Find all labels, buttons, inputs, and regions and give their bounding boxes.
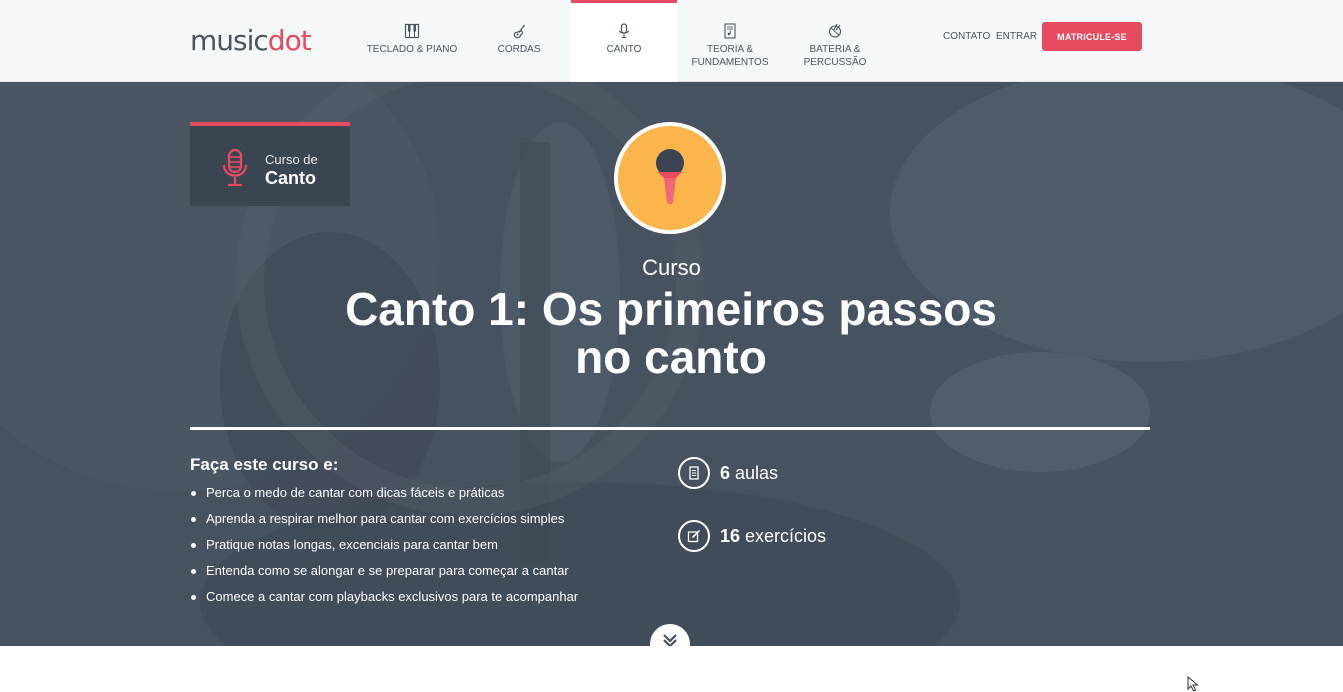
nav-item-label-line2: FUNDAMENTOS	[691, 57, 769, 68]
list-item: Pratique notas longas, excenciais para c…	[190, 536, 578, 562]
drum-icon	[828, 23, 842, 38]
double-chevron-down-icon	[663, 634, 677, 646]
course-title-line1: Canto 1: Os primeiros passos	[345, 283, 997, 335]
course-hero: Curso de Canto Curso Canto 1: Os primeir…	[0, 82, 1343, 646]
nav-item-label: CANTO	[606, 44, 642, 55]
list-item: Aprenda a respirar melhor para cantar co…	[190, 510, 578, 536]
nav-item-label-line1: BATERIA &	[809, 44, 861, 55]
piano-icon	[404, 23, 420, 39]
course-title-line2: no canto	[575, 331, 767, 383]
benefits-heading: Faça este curso e:	[190, 455, 339, 474]
badge-category: Canto	[265, 168, 316, 188]
benefits-list: Perca o medo de cantar com dicas fáceis …	[190, 484, 578, 614]
list-item: Perca o medo de cantar com dicas fáceis …	[190, 484, 578, 510]
musicdot-logo[interactable]: music dot	[190, 22, 312, 57]
top-navigation: music dot TECLADO & PIANO CORDAS CANTO T…	[0, 0, 1343, 82]
sheet-music-icon	[724, 23, 736, 39]
logo-text-dot: dot	[267, 24, 312, 57]
list-item: Comece a cantar com playbacks exclusivos…	[190, 588, 578, 614]
nav-item-teoria-fundamentos[interactable]: TEORIA & FUNDAMENTOS	[685, 0, 775, 82]
nav-item-label: TECLADO & PIANO	[366, 44, 458, 55]
course-icon-circle	[614, 122, 726, 234]
badge-prefix: Curso de	[265, 152, 318, 167]
login-link[interactable]: ENTRAR	[996, 31, 1037, 42]
nav-item-teclado-piano[interactable]: TECLADO & PIANO	[362, 0, 462, 82]
exercises-label: exercícios	[745, 525, 827, 546]
list-item: Entenda como se alongar e se preparar pa…	[190, 562, 578, 588]
lessons-label: aulas	[735, 462, 779, 483]
section-divider	[190, 427, 1150, 430]
nav-item-canto[interactable]: CANTO	[571, 0, 677, 82]
enroll-button[interactable]: MATRICULE-SE	[1042, 22, 1142, 51]
guitar-icon	[513, 24, 526, 39]
nav-item-label: CORDAS	[497, 44, 541, 55]
edit-icon	[678, 520, 710, 552]
nav-item-label-line1: TEORIA &	[706, 44, 754, 55]
course-kicker: Curso	[642, 255, 701, 280]
lessons-stat: 6 aulas	[678, 457, 778, 489]
nav-item-label-line2: PERCUSSÃO	[803, 57, 867, 68]
exercises-stat: 16 exercícios	[678, 520, 826, 552]
handheld-microphone-icon	[656, 149, 684, 205]
course-category-badge: Curso de Canto	[190, 122, 350, 206]
lesson-icon	[678, 457, 710, 489]
nav-item-cordas[interactable]: CORDAS	[483, 0, 555, 82]
exercises-count: 16	[720, 525, 741, 546]
course-title: Canto 1: Os primeiros passos no canto	[296, 285, 1046, 381]
lessons-count: 6	[720, 462, 731, 483]
contact-link[interactable]: CONTATO	[943, 31, 990, 42]
nav-item-bateria-percussao[interactable]: BATERIA & PERCUSSÃO	[795, 0, 875, 82]
mouse-cursor-icon	[1187, 676, 1199, 692]
microphone-icon	[618, 23, 630, 39]
logo-text-music: music	[190, 24, 269, 57]
microphone-icon	[222, 148, 248, 187]
